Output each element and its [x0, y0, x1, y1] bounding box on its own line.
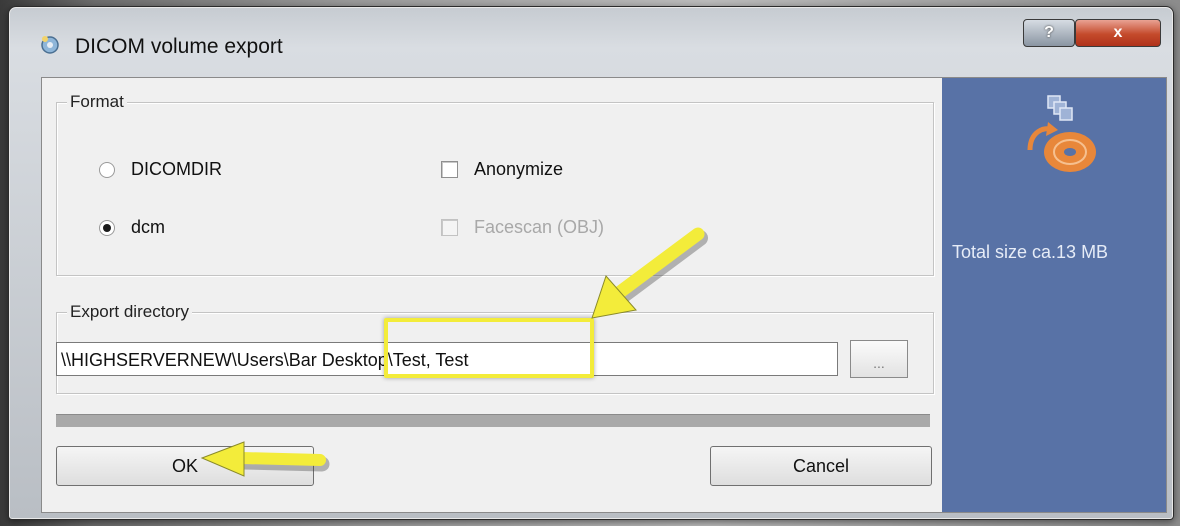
- export-directory-legend: Export directory: [67, 302, 193, 322]
- path-highlight-box: [384, 318, 594, 378]
- progress-bar: [56, 414, 930, 427]
- dialog-client-area: Format DICOMDIR dcm Anonymize Facescan (…: [41, 77, 1167, 513]
- radio-dicomdir-indicator[interactable]: [99, 161, 115, 178]
- disc-export-icon: [1027, 95, 1096, 172]
- radio-dcm-indicator[interactable]: [99, 219, 115, 236]
- anonymize-checkbox-box[interactable]: [441, 161, 458, 178]
- facescan-checkbox: Facescan (OBJ): [441, 217, 604, 238]
- facescan-label: Facescan (OBJ): [474, 217, 605, 237]
- cancel-button[interactable]: Cancel: [710, 446, 932, 486]
- close-icon: x: [1113, 24, 1123, 41]
- close-button[interactable]: x: [1075, 19, 1161, 47]
- radio-dicomdir[interactable]: DICOMDIR: [99, 159, 222, 180]
- dialog-window: DICOM volume export ? x Format DICOMDIR …: [8, 6, 1174, 520]
- radio-dcm-label: dcm: [131, 217, 166, 237]
- facescan-checkbox-box: [441, 219, 458, 236]
- help-button[interactable]: ?: [1023, 19, 1075, 47]
- side-panel: Total size ca.13 MB: [942, 78, 1166, 512]
- ok-button[interactable]: OK: [56, 446, 314, 486]
- app-icon: [41, 36, 59, 54]
- radio-dcm[interactable]: dcm: [99, 217, 165, 238]
- help-icon: ?: [1044, 24, 1054, 41]
- anonymize-checkbox[interactable]: Anonymize: [441, 159, 563, 180]
- browse-button[interactable]: ...: [850, 340, 908, 378]
- radio-dicomdir-label: DICOMDIR: [131, 159, 222, 179]
- anonymize-label: Anonymize: [474, 159, 564, 179]
- total-size-label: Total size ca.13 MB: [952, 242, 1109, 262]
- format-group: Format DICOMDIR dcm Anonymize Facescan (…: [56, 92, 934, 276]
- format-legend: Format: [67, 92, 127, 112]
- window-title: DICOM volume export: [75, 35, 283, 58]
- title-bar[interactable]: DICOM volume export ? x: [9, 7, 1173, 71]
